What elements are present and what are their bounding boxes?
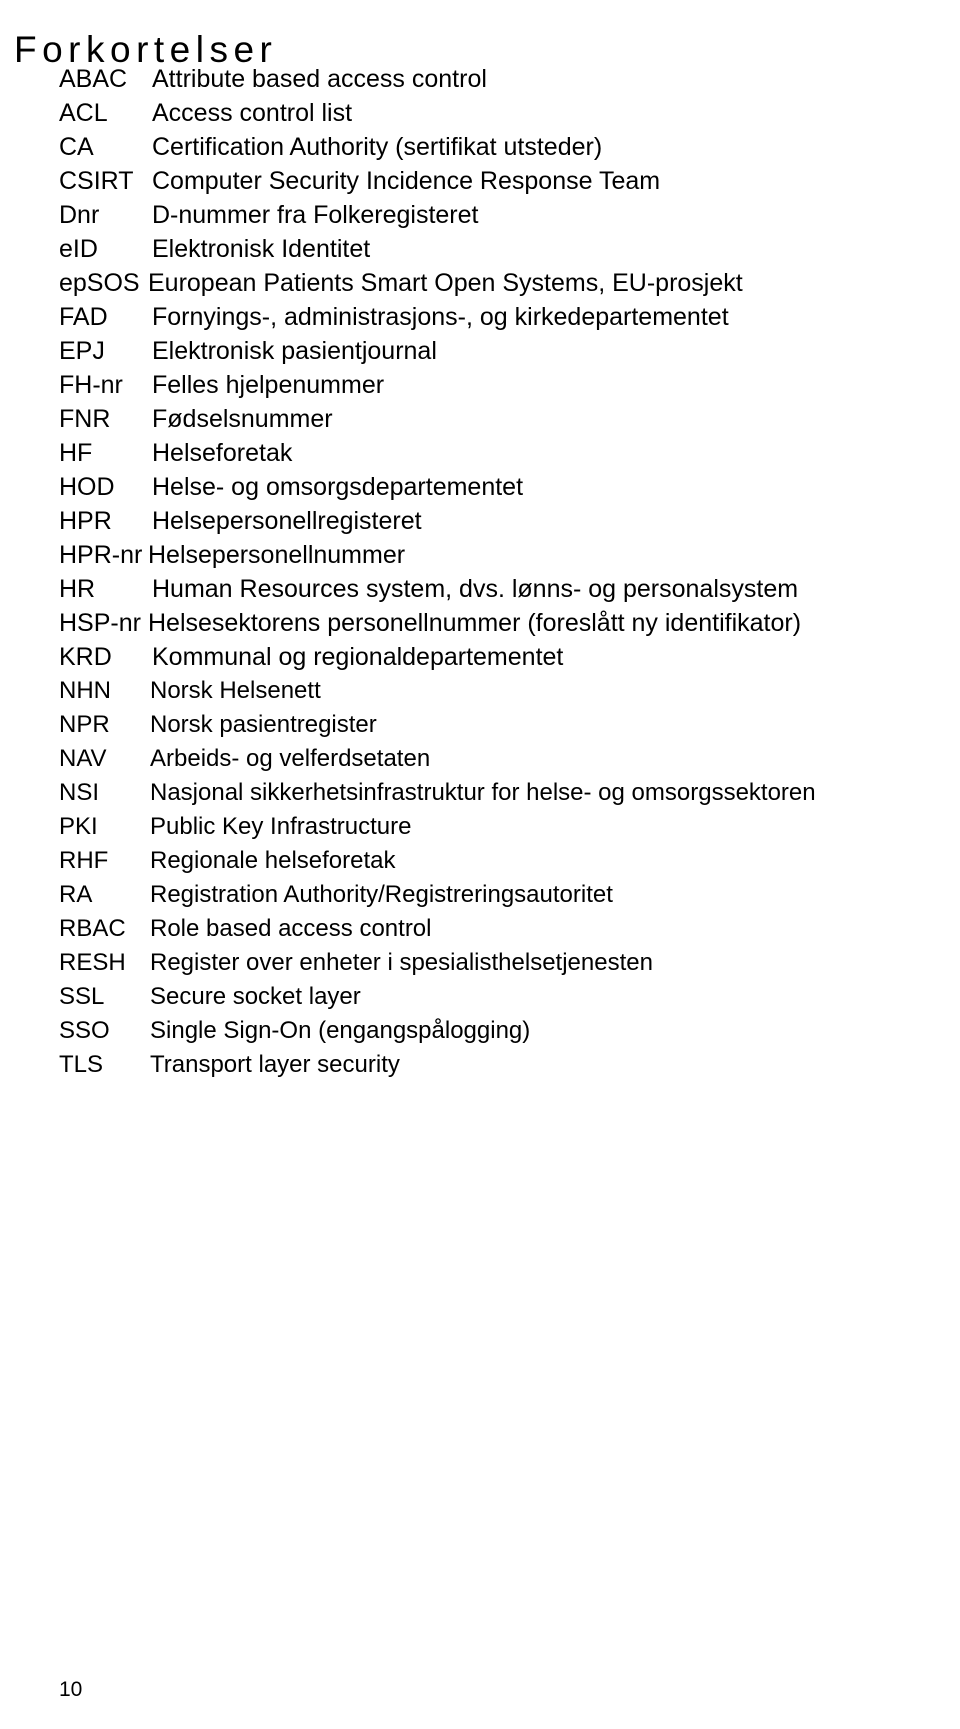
abbreviation-row: NAV Arbeids- og velferdsetaten (0, 742, 960, 776)
abbreviation-term: epSOS (59, 269, 140, 297)
abbreviation-term: HSP-nr (59, 609, 141, 637)
abbreviation-term: FAD (59, 303, 108, 331)
abbreviation-row: SSL Secure socket layer (0, 980, 960, 1014)
abbreviation-row: RA Registration Authority/Registreringsau… (0, 878, 960, 912)
abbreviation-term: NHN (59, 677, 111, 704)
abbreviation-description: Secure socket layer (150, 983, 361, 1010)
abbreviation-term: EPJ (59, 337, 105, 365)
abbreviation-row: SSO Single Sign-On (engangspålogging) (0, 1014, 960, 1048)
abbreviation-row: HOD Helse- og omsorgsdepartementet (0, 470, 960, 504)
abbreviation-term: SSO (59, 1017, 110, 1044)
abbreviation-description: Elektronisk Identitet (152, 235, 371, 263)
abbreviation-row: RHF Regionale helseforetak (0, 844, 960, 878)
page-number: 10 (59, 1678, 83, 1701)
abbreviation-term: ABAC (59, 65, 128, 93)
abbreviation-term: SSL (59, 983, 105, 1010)
abbreviation-term: HPR (59, 507, 112, 535)
abbreviation-term: KRD (59, 643, 112, 671)
abbreviation-term: RESH (59, 949, 126, 976)
abbreviation-row: eID Elektronisk Identitet (0, 232, 960, 266)
abbreviation-description: D-nummer fra Folkeregisteret (152, 201, 479, 229)
abbreviation-row: RBAC Role based access control (0, 912, 960, 946)
abbreviation-row: HPR Helsepersonellregisteret (0, 504, 960, 538)
abbreviation-row: EPJ Elektronisk pasientjournal (0, 334, 960, 368)
abbreviation-term: TLS (59, 1051, 104, 1078)
document-page: Forkortelser ABAC Attribute based access … (0, 0, 960, 1729)
abbreviation-description: Helse- og omsorgsdepartementet (152, 473, 524, 501)
abbreviation-term: PKI (59, 813, 98, 840)
abbreviation-row: HF Helseforetak (0, 436, 960, 470)
abbreviation-row: epSOS European Patients Smart Open System… (0, 266, 960, 300)
abbreviation-term: eID (59, 235, 98, 263)
abbreviation-row: FAD Fornyings-, administrasjons-, og kirk… (0, 300, 960, 334)
abbreviation-term: Dnr (59, 201, 100, 229)
abbreviation-row: KRD Kommunal og regionaldepartementet (0, 640, 960, 674)
abbreviation-description: Nasjonal sikkerhetsinfrastruktur for hel… (150, 779, 816, 806)
abbreviation-description: Helsesektorens personellnummer (foreslåt… (148, 609, 802, 637)
abbreviation-term: FH-nr (59, 371, 123, 399)
abbreviation-term: RA (59, 881, 93, 908)
abbreviation-description: Fødselsnummer (152, 405, 333, 433)
abbreviation-row: FH-nr Felles hjelpenummer (0, 368, 960, 402)
abbreviation-description: Certification Authority (sertifikat utst… (152, 133, 603, 161)
abbreviation-row: HPR-nr Helsepersonellnummer (0, 538, 960, 572)
abbreviation-description: Kommunal og regionaldepartementet (152, 643, 564, 671)
abbreviation-row: HSP-nr Helsesektorens personellnummer (fo… (0, 606, 960, 640)
abbreviation-description: Attribute based access control (152, 65, 487, 93)
abbreviation-row: Dnr D-nummer fra Folkeregisteret (0, 198, 960, 232)
abbreviation-description: Registration Authority/Registreringsauto… (150, 881, 613, 908)
abbreviation-description: Human Resources system, dvs. lønns- og p… (152, 575, 799, 603)
abbreviation-description: Computer Security Incidence Response Tea… (152, 167, 661, 195)
abbreviation-term: HF (59, 439, 93, 467)
abbreviation-term: CSIRT (59, 167, 134, 195)
abbreviation-term: NPR (59, 711, 110, 738)
abbreviation-description: Register over enheter i spesialisthelset… (150, 949, 653, 976)
abbreviation-description: Norsk pasientregister (150, 711, 377, 738)
abbreviation-description: Helsepersonellnummer (148, 541, 406, 569)
abbreviation-description: European Patients Smart Open Systems, EU… (148, 269, 743, 297)
abbreviation-description: Regionale helseforetak (150, 847, 396, 874)
abbreviation-term: RBAC (59, 915, 126, 942)
abbreviation-row: FNR Fødselsnummer (0, 402, 960, 436)
abbreviation-description: Transport layer security (150, 1051, 400, 1078)
abbreviation-description: Fornyings-, administrasjons-, og kirkede… (152, 303, 729, 331)
abbreviation-description: Helseforetak (152, 439, 293, 467)
abbreviation-description: Elektronisk pasientjournal (152, 337, 437, 365)
abbreviation-term: ACL (59, 99, 108, 127)
abbreviation-row: ACL Access control list (0, 96, 960, 130)
abbreviation-term: NSI (59, 779, 100, 806)
abbreviation-term: CA (59, 133, 94, 161)
abbreviation-row: NPR Norsk pasientregister (0, 708, 960, 742)
abbreviation-list: ABAC Attribute based access control ACL Acc… (0, 62, 960, 1082)
abbreviation-description: Role based access control (150, 915, 432, 942)
abbreviation-description: Public Key Infrastructure (150, 813, 412, 840)
abbreviation-description: Helsepersonellregisteret (152, 507, 422, 535)
abbreviation-description: Single Sign-On (engangspålogging) (150, 1017, 531, 1044)
abbreviation-term: HPR-nr (59, 541, 143, 569)
abbreviation-term: HOD (59, 473, 115, 501)
abbreviation-row: NSI Nasjonal sikkerhetsinfrastruktur for … (0, 776, 960, 810)
abbreviation-term: NAV (59, 745, 107, 772)
abbreviation-row: ABAC Attribute based access control (0, 62, 960, 96)
abbreviation-row: RESH Register over enheter i spesialisthe… (0, 946, 960, 980)
abbreviation-row: TLS Transport layer security (0, 1048, 960, 1082)
abbreviation-term: RHF (59, 847, 109, 874)
abbreviation-row: CSIRT Computer Security Incidence Respons… (0, 164, 960, 198)
abbreviation-term: HR (59, 575, 96, 603)
abbreviation-row: NHN Norsk Helsenett (0, 674, 960, 708)
abbreviation-description: Access control list (152, 99, 353, 127)
abbreviation-description: Norsk Helsenett (150, 677, 321, 704)
abbreviation-term: FNR (59, 405, 111, 433)
abbreviation-row: CA Certification Authority (sertifikat ut… (0, 130, 960, 164)
abbreviation-row: HR Human Resources system, dvs. lønns- og… (0, 572, 960, 606)
abbreviation-description: Arbeids- og velferdsetaten (150, 745, 431, 772)
abbreviation-row: PKI Public Key Infrastructure (0, 810, 960, 844)
abbreviation-description: Felles hjelpenummer (152, 371, 385, 399)
